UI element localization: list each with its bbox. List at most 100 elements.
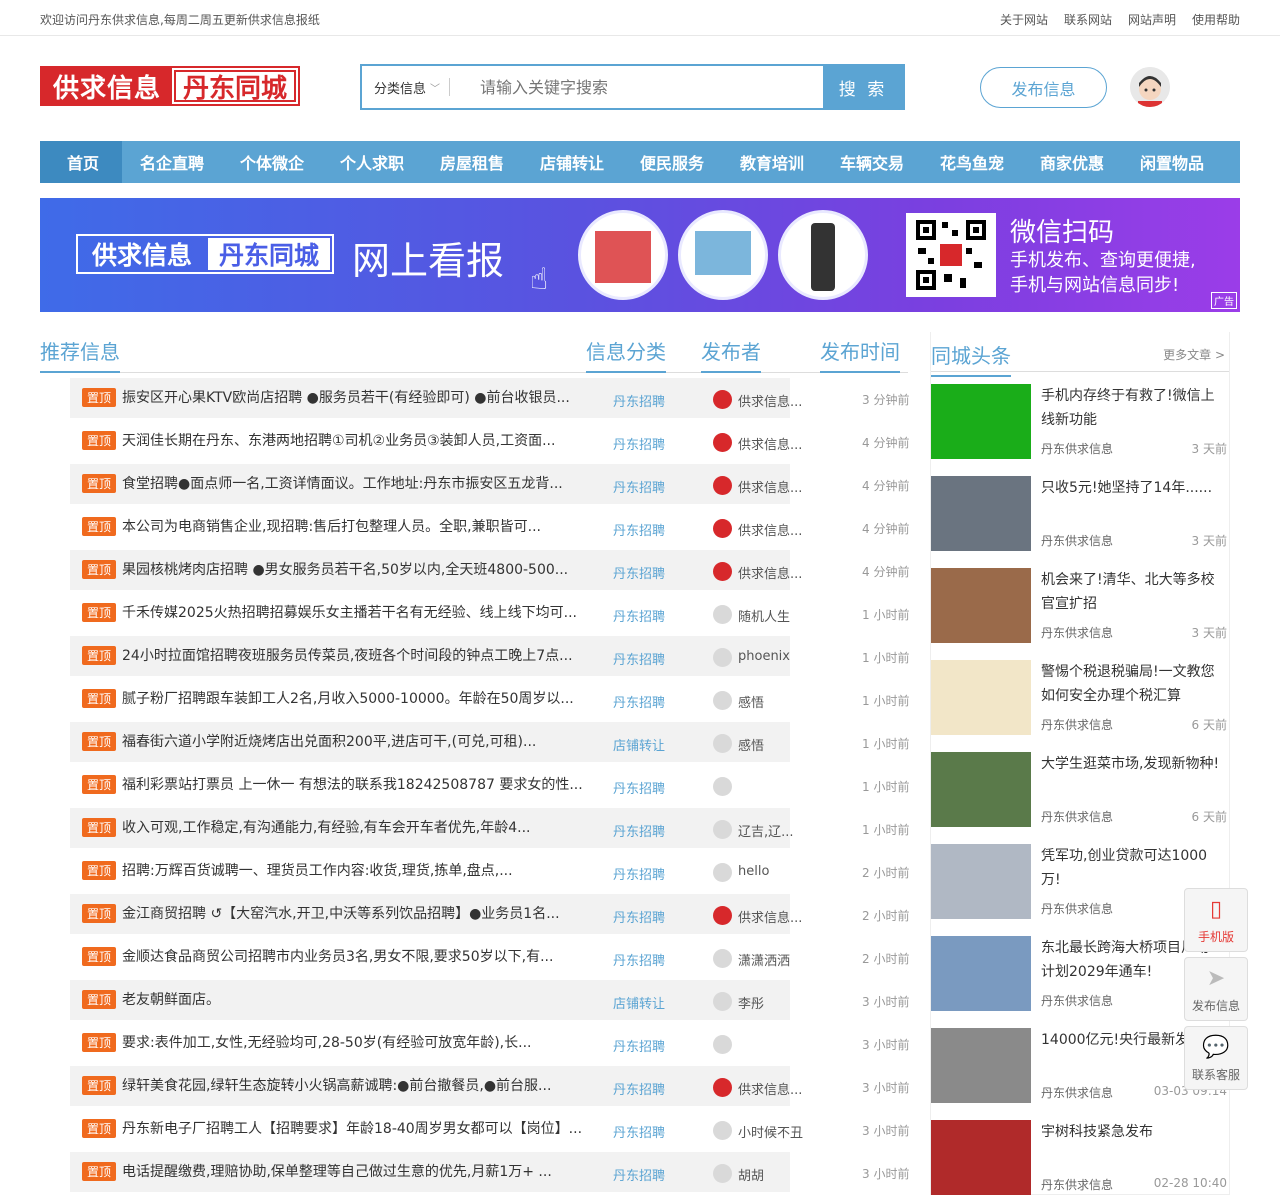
- item-title[interactable]: 收入可观,工作稳定,有沟通能力,有经验,有车会开车者优先,年龄4...: [122, 817, 610, 837]
- news-thumbnail[interactable]: [931, 844, 1031, 919]
- item-title[interactable]: 福利彩票站打票员 上一休一 有想法的联系我18242508787 要求女的性..…: [122, 774, 610, 794]
- nav-housing[interactable]: 房屋租售: [422, 141, 522, 183]
- list-item[interactable]: 置顶 福春街六道小学附近烧烤店出兑面积200平,进店可干,(可兑,可租)... 店铺…: [70, 722, 920, 765]
- nav-deals[interactable]: 商家优惠: [1022, 141, 1122, 183]
- list-item[interactable]: 置顶 天润佳长期在丹东、东港两地招聘①司机②业务员③装卸人员,工资面... 丹东招聘…: [70, 421, 920, 464]
- item-publisher[interactable]: hello: [738, 864, 808, 879]
- list-item[interactable]: 置顶 金江商贸招聘 ↺【大窑汽水,开卫,中沃等系列饮品招聘】●业务员1名... 丹东…: [70, 894, 920, 937]
- item-title[interactable]: 丹东新电子厂招聘工人【招聘要求】年龄18-40周岁男女都可以【岗位】...: [122, 1118, 610, 1138]
- item-publisher[interactable]: 供求信息...: [738, 477, 808, 496]
- news-item[interactable]: 警惕个税退税骗局!一文教您如何安全办理个税汇算 丹东供求信息 6 天前: [931, 648, 1229, 740]
- list-item[interactable]: 置顶 果园核桃烤肉店招聘 ●男女服务员若干名,50岁以内,全天班4800-500.…: [70, 550, 920, 593]
- item-category[interactable]: 丹东招聘: [613, 907, 665, 926]
- news-title[interactable]: 机会来了!清华、北大等多校官宣扩招: [1041, 568, 1226, 616]
- news-thumbnail[interactable]: [931, 384, 1031, 459]
- about-link[interactable]: 关于网站: [1000, 11, 1048, 28]
- item-category[interactable]: 丹东招聘: [613, 477, 665, 496]
- list-item[interactable]: 置顶 收入可观,工作稳定,有沟通能力,有经验,有车会开车者优先,年龄4... 丹东招…: [70, 808, 920, 851]
- customer-service-button[interactable]: 💬 联系客服: [1184, 1026, 1248, 1090]
- item-title[interactable]: 金江商贸招聘 ↺【大窑汽水,开卫,中沃等系列饮品招聘】●业务员1名...: [122, 903, 610, 923]
- item-publisher[interactable]: phoenix: [738, 649, 808, 664]
- item-category[interactable]: 丹东招聘: [613, 606, 665, 625]
- item-category[interactable]: 丹东招聘: [613, 1122, 665, 1141]
- item-publisher[interactable]: 潇潇洒洒: [738, 950, 808, 969]
- item-category[interactable]: 丹东招聘: [613, 692, 665, 711]
- item-title[interactable]: 果园核桃烤肉店招聘 ●男女服务员若干名,50岁以内,全天班4800-500...: [122, 559, 610, 579]
- item-category[interactable]: 丹东招聘: [613, 434, 665, 453]
- news-title[interactable]: 大学生逛菜市场,发现新物种!: [1041, 752, 1226, 800]
- list-item[interactable]: 置顶 要求:表件加工,女性,无经验均可,28-50岁(有经验可放宽年龄),长...…: [70, 1023, 920, 1066]
- news-item[interactable]: 手机内存终于有救了!微信上线新功能 丹东供求信息 3 天前: [931, 372, 1229, 464]
- item-publisher[interactable]: 辽吉,辽...: [738, 821, 808, 840]
- item-category[interactable]: 丹东招聘: [613, 950, 665, 969]
- item-title[interactable]: 绿轩美食花园,绿轩生态旋转小火锅高薪诚聘:●前台撤餐员,●前台服...: [122, 1075, 610, 1095]
- news-title[interactable]: 手机内存终于有救了!微信上线新功能: [1041, 384, 1226, 432]
- nav-vehicles[interactable]: 车辆交易: [822, 141, 922, 183]
- item-publisher[interactable]: 胡胡: [738, 1165, 808, 1184]
- contact-link[interactable]: 联系网站: [1064, 11, 1112, 28]
- item-title[interactable]: 腻子粉厂招聘跟车装卸工人2名,月收入5000-10000。年龄在50周岁以...: [122, 688, 610, 708]
- item-publisher[interactable]: 李彤: [738, 993, 808, 1012]
- item-publisher[interactable]: 随机人生: [738, 606, 808, 625]
- news-item[interactable]: 机会来了!清华、北大等多校官宣扩招 丹东供求信息 3 天前: [931, 556, 1229, 648]
- item-publisher[interactable]: 供求信息...: [738, 1079, 808, 1098]
- item-publisher[interactable]: 供求信息...: [738, 563, 808, 582]
- list-item[interactable]: 置顶 千禾传媒2025火热招聘招募娱乐女主播若干名有无经验、线上线下均可... 丹东…: [70, 593, 920, 636]
- item-category[interactable]: 丹东招聘: [613, 391, 665, 410]
- ad-banner[interactable]: 供求信息 丹东同城 网上看报 ☝ 微信扫码 手机发布、查询更便捷, 手机与网站信息…: [40, 198, 1240, 312]
- item-publisher[interactable]: 小时候不丑: [738, 1122, 808, 1141]
- news-thumbnail[interactable]: [931, 1120, 1031, 1195]
- item-publisher[interactable]: 感悟: [738, 735, 808, 754]
- item-title[interactable]: 本公司为电商销售企业,现招聘:售后打包整理人员。全职,兼职皆可...: [122, 516, 610, 536]
- list-item[interactable]: 置顶 招聘:万辉百货诚聘一、理货员工作内容:收货,理货,拣单,盘点,... 丹东招聘…: [70, 851, 920, 894]
- item-title[interactable]: 电话提醒缴费,理赔协助,保单整理等自己做过生意的优先,月薪1万+ ...: [122, 1161, 610, 1181]
- list-item[interactable]: 置顶 电话提醒缴费,理赔协助,保单整理等自己做过生意的优先,月薪1万+ ... 丹东…: [70, 1152, 920, 1195]
- item-category[interactable]: 店铺转让: [613, 993, 665, 1012]
- nav-pets[interactable]: 花鸟鱼宠: [922, 141, 1022, 183]
- item-title[interactable]: 24小时拉面馆招聘夜班服务员传菜员,夜班各个时间段的钟点工晚上7点...: [122, 645, 610, 665]
- item-publisher[interactable]: 感悟: [738, 692, 808, 711]
- search-button[interactable]: 搜 索: [823, 66, 903, 108]
- news-title[interactable]: 警惕个税退税骗局!一文教您如何安全办理个税汇算: [1041, 660, 1226, 708]
- news-thumbnail[interactable]: [931, 476, 1031, 551]
- item-title[interactable]: 金顺达食品商贸公司招聘市内业务员3名,男女不限,要求50岁以下,有...: [122, 946, 610, 966]
- list-item[interactable]: 置顶 金顺达食品商贸公司招聘市内业务员3名,男女不限,要求50岁以下,有... 丹东…: [70, 937, 920, 980]
- item-title[interactable]: 要求:表件加工,女性,无经验均可,28-50岁(有经验可放宽年龄),长...: [122, 1032, 610, 1052]
- nav-home[interactable]: 首页: [44, 141, 122, 183]
- item-publisher[interactable]: 供求信息...: [738, 907, 808, 926]
- item-category[interactable]: 丹东招聘: [613, 1036, 665, 1055]
- item-publisher[interactable]: 供求信息...: [738, 434, 808, 453]
- nav-jobseek[interactable]: 个人求职: [322, 141, 422, 183]
- search-input[interactable]: [454, 66, 823, 108]
- item-category[interactable]: 丹东招聘: [613, 821, 665, 840]
- item-category[interactable]: 丹东招聘: [613, 864, 665, 883]
- news-title[interactable]: 凭军功,创业贷款可达1000万!: [1041, 844, 1226, 892]
- news-thumbnail[interactable]: [931, 1028, 1031, 1103]
- item-title[interactable]: 招聘:万辉百货诚聘一、理货员工作内容:收货,理货,拣单,盘点,...: [122, 860, 610, 880]
- item-title[interactable]: 千禾传媒2025火热招聘招募娱乐女主播若干名有无经验、线上线下均可...: [122, 602, 610, 622]
- item-category[interactable]: 店铺转让: [613, 735, 665, 754]
- list-item[interactable]: 置顶 丹东新电子厂招聘工人【招聘要求】年龄18-40周岁男女都可以【岗位】... 丹…: [70, 1109, 920, 1152]
- list-item[interactable]: 置顶 福利彩票站打票员 上一休一 有想法的联系我18242508787 要求女的性…: [70, 765, 920, 808]
- item-publisher[interactable]: 供求信息...: [738, 520, 808, 539]
- news-item[interactable]: 只收5元!她坚持了14年...... 丹东供求信息 3 天前: [931, 464, 1229, 556]
- item-category[interactable]: 丹东招聘: [613, 1079, 665, 1098]
- item-category[interactable]: 丹东招聘: [613, 778, 665, 797]
- item-category[interactable]: 丹东招聘: [613, 520, 665, 539]
- mobile-version-button[interactable]: ▯ 手机版: [1184, 888, 1248, 952]
- item-category[interactable]: 丹东招聘: [613, 563, 665, 582]
- news-thumbnail[interactable]: [931, 936, 1031, 1011]
- item-title[interactable]: 天润佳长期在丹东、东港两地招聘①司机②业务员③装卸人员,工资面...: [122, 430, 610, 450]
- news-thumbnail[interactable]: [931, 568, 1031, 643]
- avatar[interactable]: [1130, 67, 1170, 107]
- news-item[interactable]: 宇树科技紧急发布 丹东供求信息 02-28 10:40: [931, 1108, 1229, 1200]
- more-articles-link[interactable]: 更多文章 >: [1163, 346, 1225, 363]
- list-item[interactable]: 置顶 老友朝鲜面店。 店铺转让 李彤 3 小时前: [70, 980, 920, 1023]
- item-category[interactable]: 丹东招聘: [613, 649, 665, 668]
- site-logo[interactable]: 供求信息 丹东同城: [40, 66, 300, 106]
- item-title[interactable]: 食堂招聘●面点师一名,工资详情面议。工作地址:丹东市振安区五龙背...: [122, 473, 610, 493]
- news-title[interactable]: 只收5元!她坚持了14年......: [1041, 476, 1226, 524]
- item-title[interactable]: 老友朝鲜面店。: [122, 989, 610, 1009]
- nav-secondhand[interactable]: 闲置物品: [1122, 141, 1222, 183]
- list-item[interactable]: 置顶 绿轩美食花园,绿轩生态旋转小火锅高薪诚聘:●前台撤餐员,●前台服... 丹东招…: [70, 1066, 920, 1109]
